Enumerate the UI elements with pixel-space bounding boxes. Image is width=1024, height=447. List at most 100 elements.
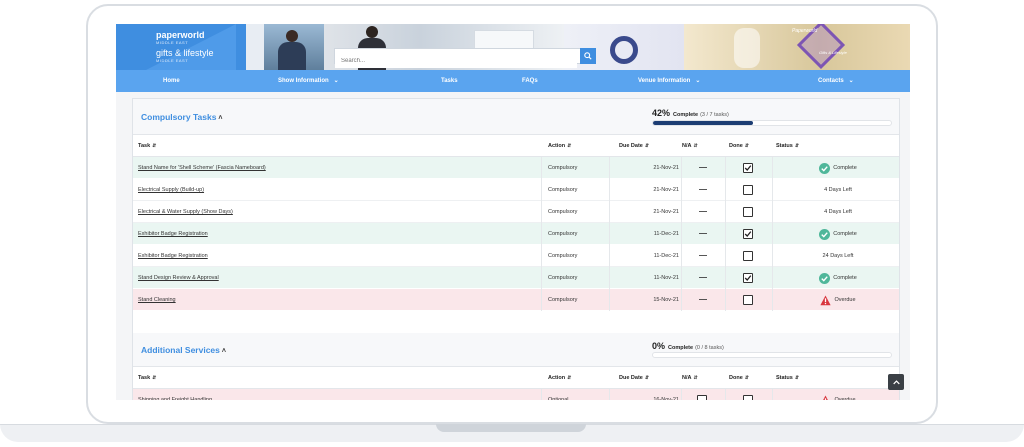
status-badge: 4 Days Left	[793, 201, 883, 223]
done-checkbox[interactable]	[743, 295, 753, 305]
status-text: 24 Days Left	[822, 253, 854, 259]
task-link[interactable]: Stand Name for 'Shell Scheme' (Fascia Na…	[138, 157, 266, 179]
col-done-header[interactable]: Done ⇵	[729, 135, 749, 157]
nav-venue-information[interactable]: Venue Information ⌄	[638, 70, 700, 92]
chevron-down-icon: ⌄	[848, 78, 854, 84]
col-status-header[interactable]: Status ⇵	[776, 135, 799, 157]
column-divider	[541, 289, 542, 311]
brand-logo-gifts-sub: MIDDLE EAST	[156, 58, 189, 63]
column-divider	[609, 223, 610, 245]
task-link[interactable]: Exhibitor Badge Registration	[138, 223, 208, 245]
col-task-header[interactable]: Task ⇵	[138, 135, 156, 157]
col-done-header[interactable]: Done ⇵	[729, 367, 749, 389]
column-divider	[681, 157, 682, 179]
na-dash: —	[699, 163, 707, 172]
nav-home[interactable]: Home	[163, 70, 180, 92]
compulsory-section-toggle[interactable]: Compulsory Tasks ˄	[141, 112, 223, 122]
compulsory-progress-detail: (3 / 7 tasks)	[700, 112, 729, 118]
compulsory-section-header: Compulsory Tasks ˄ 42% Complete (3 / 7 task…	[133, 99, 899, 135]
warning-icon	[820, 395, 831, 400]
task-link[interactable]: Shipping and Freight Handling	[138, 389, 212, 400]
column-divider	[541, 245, 542, 267]
task-due-date: 11-Dec-21	[653, 231, 679, 237]
done-checkbox[interactable]	[743, 251, 753, 261]
col-due-header[interactable]: Due Date ⇵	[619, 367, 649, 389]
col-na-header[interactable]: N/A ⇵	[682, 367, 698, 389]
column-divider	[772, 201, 773, 223]
done-checkbox[interactable]	[743, 273, 753, 283]
scroll-to-top-button[interactable]	[888, 374, 904, 390]
status-badge: Complete	[793, 267, 883, 289]
nav-contacts[interactable]: Contacts ⌄	[818, 70, 854, 92]
col-task-header[interactable]: Task ⇵	[138, 367, 156, 389]
search-input[interactable]	[335, 54, 577, 68]
compulsory-progress-fill	[653, 121, 753, 125]
photo-tag: Paperworld	[792, 28, 818, 34]
nav-show-information-label: Show Information	[278, 78, 329, 84]
status-text: 4 Days Left	[824, 187, 852, 193]
status-text: Overdue	[834, 397, 856, 400]
na-dash: —	[699, 273, 707, 282]
task-action: Optional	[548, 397, 569, 400]
done-checkbox[interactable]	[743, 229, 753, 239]
task-due-date: 16-Nov-21	[653, 397, 679, 400]
column-divider	[541, 223, 542, 245]
column-divider	[772, 245, 773, 267]
col-due-header-label: Due Date	[619, 375, 643, 381]
column-divider	[772, 389, 773, 400]
task-link[interactable]: Exhibitor Badge Registration	[138, 245, 208, 267]
column-divider	[609, 157, 610, 179]
done-checkbox[interactable]	[743, 207, 753, 217]
table-row: Electrical & Water Supply (Show Days) Com…	[133, 201, 899, 223]
banner-photo-woman-tablet	[264, 24, 324, 70]
compulsory-section-title: Compulsory Tasks	[141, 112, 217, 122]
table-row: Shipping and Freight Handling Optional 16-…	[133, 389, 899, 400]
status-badge: Complete	[793, 223, 883, 245]
col-action-header-label: Action	[548, 143, 566, 149]
sort-icon: ⇵	[152, 143, 157, 149]
photo-tag-2: Gifts & Lifestyle	[819, 50, 847, 55]
nav-tasks[interactable]: Tasks	[441, 70, 458, 92]
status-badge: Overdue	[793, 389, 883, 400]
caret-up-icon: ˄	[221, 348, 226, 355]
table-row: Stand Name for 'Shell Scheme' (Fascia Na…	[133, 157, 899, 179]
sort-icon: ⇵	[744, 375, 749, 381]
done-checkbox[interactable]	[743, 395, 753, 400]
task-link[interactable]: Stand Design Review & Approval	[138, 267, 219, 289]
done-checkbox[interactable]	[743, 185, 753, 195]
column-divider	[725, 245, 726, 267]
search-button[interactable]	[580, 48, 596, 64]
nav-faqs[interactable]: FAQs	[522, 70, 538, 92]
nav-show-information[interactable]: Show Information ⌄	[278, 70, 339, 92]
col-na-header[interactable]: N/A ⇵	[682, 135, 698, 157]
brand-logo-gifts[interactable]: gifts & lifestyle	[156, 48, 214, 58]
brand-logo-paperworld[interactable]: paperworld	[156, 30, 205, 40]
task-link[interactable]: Electrical Supply (Build-up)	[138, 179, 204, 201]
col-action-header-label: Action	[548, 375, 566, 381]
status-badge: Overdue	[793, 289, 883, 311]
column-divider	[725, 389, 726, 400]
col-status-header[interactable]: Status ⇵	[776, 367, 799, 389]
col-action-header[interactable]: Action ⇵	[548, 135, 571, 157]
status-badge: Complete	[793, 157, 883, 179]
column-divider	[681, 179, 682, 201]
additional-section-toggle[interactable]: Additional Services ˄	[141, 345, 226, 355]
column-divider	[609, 289, 610, 311]
na-checkbox[interactable]	[697, 395, 707, 400]
done-checkbox[interactable]	[743, 163, 753, 173]
task-link[interactable]: Stand Cleaning	[138, 289, 176, 311]
task-due-date: 11-Nov-21	[653, 275, 679, 281]
column-divider	[772, 179, 773, 201]
banner-photo-decor: Paperworld Gifts & Lifestyle	[684, 24, 910, 70]
column-divider	[541, 179, 542, 201]
task-action: Compulsory	[548, 297, 578, 303]
col-done-header-label: Done	[729, 375, 743, 381]
col-action-header[interactable]: Action ⇵	[548, 367, 571, 389]
col-na-header-label: N/A	[682, 143, 692, 149]
col-status-header-label: Status	[776, 143, 793, 149]
nav-tasks-label: Tasks	[441, 78, 458, 84]
col-due-header[interactable]: Due Date ⇵	[619, 135, 649, 157]
task-link[interactable]: Electrical & Water Supply (Show Days)	[138, 201, 233, 223]
col-na-header-label: N/A	[682, 375, 692, 381]
col-task-header-label: Task	[138, 143, 151, 149]
